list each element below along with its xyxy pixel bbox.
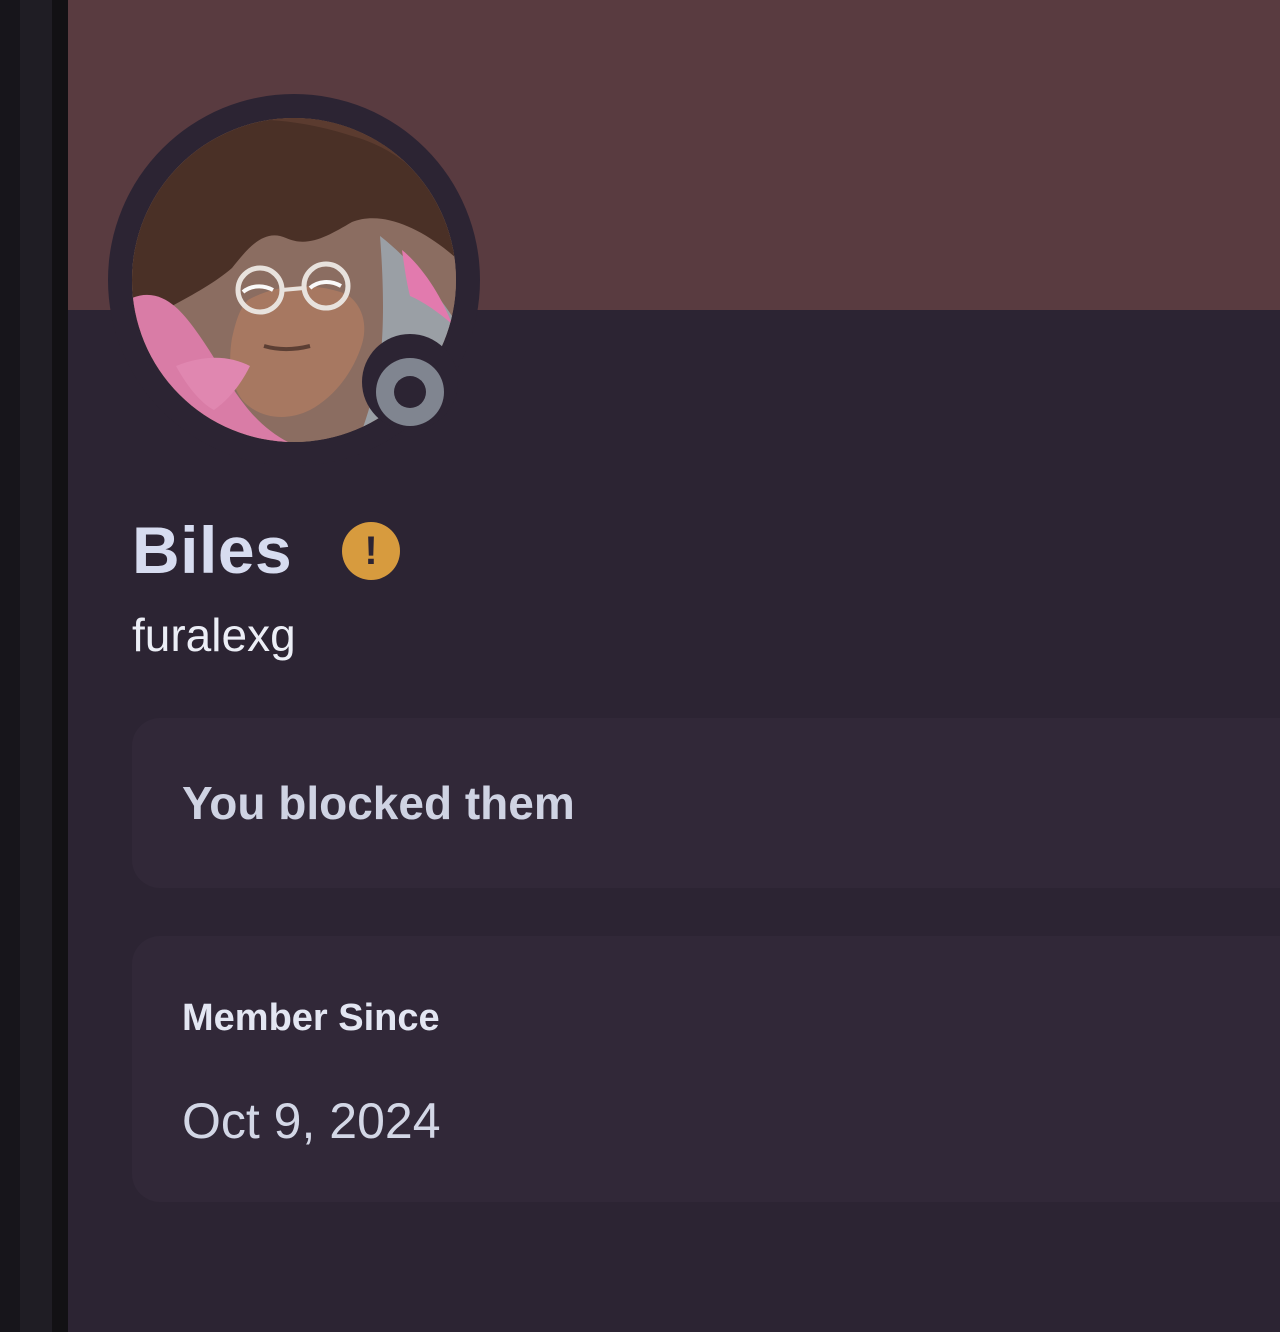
server-rail <box>0 0 20 1332</box>
username: furalexg <box>132 609 296 661</box>
status-dot-center <box>394 376 426 408</box>
user-profile-panel: Biles ! furalexg You blocked them Member… <box>68 0 1280 1332</box>
member-since-date: Oct 9, 2024 <box>182 1093 441 1149</box>
member-since-label: Member Since <box>182 997 440 1039</box>
warning-icon[interactable]: ! <box>342 522 400 580</box>
blocked-notice-text: You blocked them <box>182 777 575 829</box>
rail-divider <box>52 0 68 1332</box>
app-window: Biles ! furalexg You blocked them Member… <box>0 0 1280 1332</box>
display-name: Biles <box>132 513 293 587</box>
blocked-notice-card: You blocked them <box>132 718 1280 888</box>
member-since-card: Member Since Oct 9, 2024 <box>132 936 1280 1202</box>
